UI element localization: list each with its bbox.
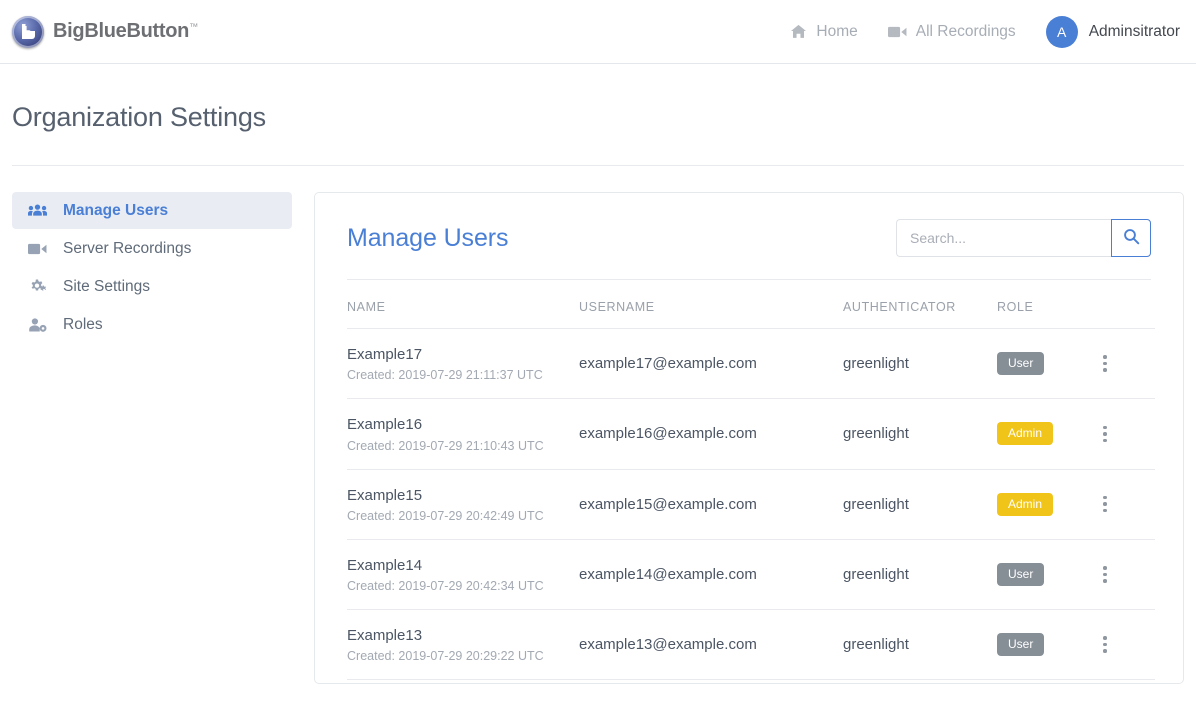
kebab-menu-icon[interactable] — [1095, 425, 1115, 443]
status-badge: Admin — [997, 422, 1054, 446]
users-table: NAME USERNAME AUTHENTICATOR ROLE Example… — [347, 280, 1155, 681]
sidebar-item-server-recordings[interactable]: Server Recordings — [12, 230, 292, 267]
table-row[interactable]: Example17 Created: 2019-07-29 21:11:37 U… — [347, 328, 1155, 400]
card-title: Manage Users — [347, 223, 509, 252]
sidebar-item-site-settings[interactable]: Site Settings — [12, 268, 292, 305]
cell-role: User — [997, 328, 1095, 400]
settings-sidebar: Manage Users Server Recordings Site Sett… — [12, 192, 292, 344]
cell-username: example13@example.com — [579, 609, 843, 681]
cell-username: example17@example.com — [579, 328, 843, 400]
video-camera-icon — [26, 242, 48, 256]
cell-name: Example14 Created: 2019-07-29 20:42:34 U… — [347, 539, 579, 611]
cell-actions — [1095, 609, 1155, 681]
table-header-row: NAME USERNAME AUTHENTICATOR ROLE — [347, 280, 1155, 329]
gears-icon — [26, 278, 48, 295]
top-navbar: BigBlueButton™ Home All Recordings A Adm… — [0, 0, 1196, 64]
user-tag-icon — [26, 317, 48, 333]
cell-actions — [1095, 398, 1155, 470]
user-created: Created: 2019-07-29 21:11:37 UTC — [347, 368, 543, 383]
cell-authenticator: greenlight — [843, 328, 997, 400]
user-name: Example16 — [347, 416, 423, 434]
column-header-actions — [1095, 280, 1155, 329]
user-created: Created: 2019-07-29 21:10:43 UTC — [347, 438, 544, 453]
cell-name: Example16 Created: 2019-07-29 21:10:43 U… — [347, 398, 579, 470]
column-header-authenticator: AUTHENTICATOR — [843, 280, 997, 329]
sidebar-item-label: Site Settings — [63, 277, 151, 295]
column-header-name: NAME — [347, 280, 579, 329]
users-table-body: Example17 Created: 2019-07-29 21:11:37 U… — [347, 328, 1155, 681]
users-table-head: NAME USERNAME AUTHENTICATOR ROLE — [347, 280, 1155, 329]
table-row[interactable]: Example16 Created: 2019-07-29 21:10:43 U… — [347, 398, 1155, 470]
search-icon — [1123, 228, 1140, 248]
table-row[interactable]: Example15 Created: 2019-07-29 20:42:49 U… — [347, 469, 1155, 540]
nav-link-home[interactable]: Home — [790, 22, 858, 41]
video-camera-icon — [887, 25, 907, 39]
home-icon — [790, 23, 807, 40]
column-header-username: USERNAME — [579, 280, 843, 329]
cell-name: Example17 Created: 2019-07-29 21:11:37 U… — [347, 328, 579, 400]
search-button[interactable] — [1111, 219, 1151, 257]
table-row[interactable]: Example14 Created: 2019-07-29 20:42:34 U… — [347, 539, 1155, 611]
status-badge: User — [997, 562, 1045, 586]
cell-authenticator: greenlight — [843, 398, 997, 470]
cell-actions — [1095, 469, 1155, 540]
avatar: A — [1045, 15, 1078, 48]
cell-authenticator: greenlight — [843, 609, 997, 681]
nav-link-home-label: Home — [816, 22, 858, 40]
cell-name: Example13 Created: 2019-07-29 20:29:22 U… — [347, 609, 579, 681]
page-title: Organization Settings — [12, 102, 266, 132]
sidebar-item-manage-users[interactable]: Manage Users — [12, 192, 292, 229]
status-badge: User — [997, 633, 1045, 657]
cell-username: example15@example.com — [579, 469, 843, 540]
cell-authenticator: greenlight — [843, 539, 997, 611]
brand-trademark: ™ — [189, 21, 198, 32]
kebab-menu-icon[interactable] — [1095, 566, 1115, 583]
cell-username: example16@example.com — [579, 398, 843, 470]
brand-link[interactable]: BigBlueButton™ — [12, 15, 198, 48]
users-icon — [26, 203, 48, 218]
sidebar-item-label: Server Recordings — [63, 239, 192, 257]
column-header-role: ROLE — [997, 280, 1095, 329]
user-name: Example17 — [347, 346, 423, 363]
card-header: Manage Users — [347, 219, 1151, 279]
kebab-menu-icon[interactable] — [1095, 636, 1115, 653]
cell-role: Admin — [997, 398, 1095, 470]
cell-username: example14@example.com — [579, 539, 843, 611]
table-row[interactable]: Example13 Created: 2019-07-29 20:29:22 U… — [347, 609, 1155, 681]
user-created: Created: 2019-07-29 20:29:22 UTC — [347, 649, 544, 664]
user-name-label: Adminsitrator — [1088, 22, 1180, 40]
cell-name: Example15 Created: 2019-07-29 20:42:49 U… — [347, 469, 579, 540]
navbar-right-group: Home All Recordings A Adminsitrator — [790, 15, 1180, 48]
status-badge: User — [997, 352, 1045, 376]
manage-users-card: Manage Users NAME USERNAME — [314, 192, 1184, 684]
kebab-menu-icon[interactable] — [1095, 355, 1115, 372]
cell-role: User — [997, 539, 1095, 611]
nav-link-all-recordings[interactable]: All Recordings — [887, 22, 1016, 41]
user-name: Example15 — [347, 486, 423, 504]
user-created: Created: 2019-07-29 20:42:34 UTC — [347, 579, 544, 593]
user-name: Example13 — [347, 627, 423, 644]
sidebar-item-label: Roles — [63, 315, 103, 333]
cell-actions — [1095, 328, 1155, 400]
cell-authenticator: greenlight — [843, 469, 997, 540]
user-created: Created: 2019-07-29 20:42:49 UTC — [347, 508, 544, 523]
user-name: Example14 — [347, 556, 423, 574]
brand-name: BigBlueButton™ — [53, 20, 198, 42]
nav-link-all-recordings-label: All Recordings — [915, 22, 1016, 40]
sidebar-item-label: Manage Users — [63, 201, 169, 219]
user-menu[interactable]: A Adminsitrator — [1045, 15, 1180, 48]
page-header: Organization Settings — [0, 64, 1196, 133]
cell-role: User — [997, 609, 1095, 681]
search-input[interactable] — [896, 219, 1111, 257]
page-content: Manage Users Server Recordings Site Sett… — [0, 166, 1196, 684]
status-badge: Admin — [997, 492, 1054, 516]
sidebar-item-roles[interactable]: Roles — [12, 306, 292, 343]
cell-role: Admin — [997, 469, 1095, 540]
kebab-menu-icon[interactable] — [1095, 495, 1115, 513]
search-group — [896, 219, 1151, 257]
bigbluebutton-logo-icon — [12, 15, 44, 48]
cell-actions — [1095, 539, 1155, 611]
